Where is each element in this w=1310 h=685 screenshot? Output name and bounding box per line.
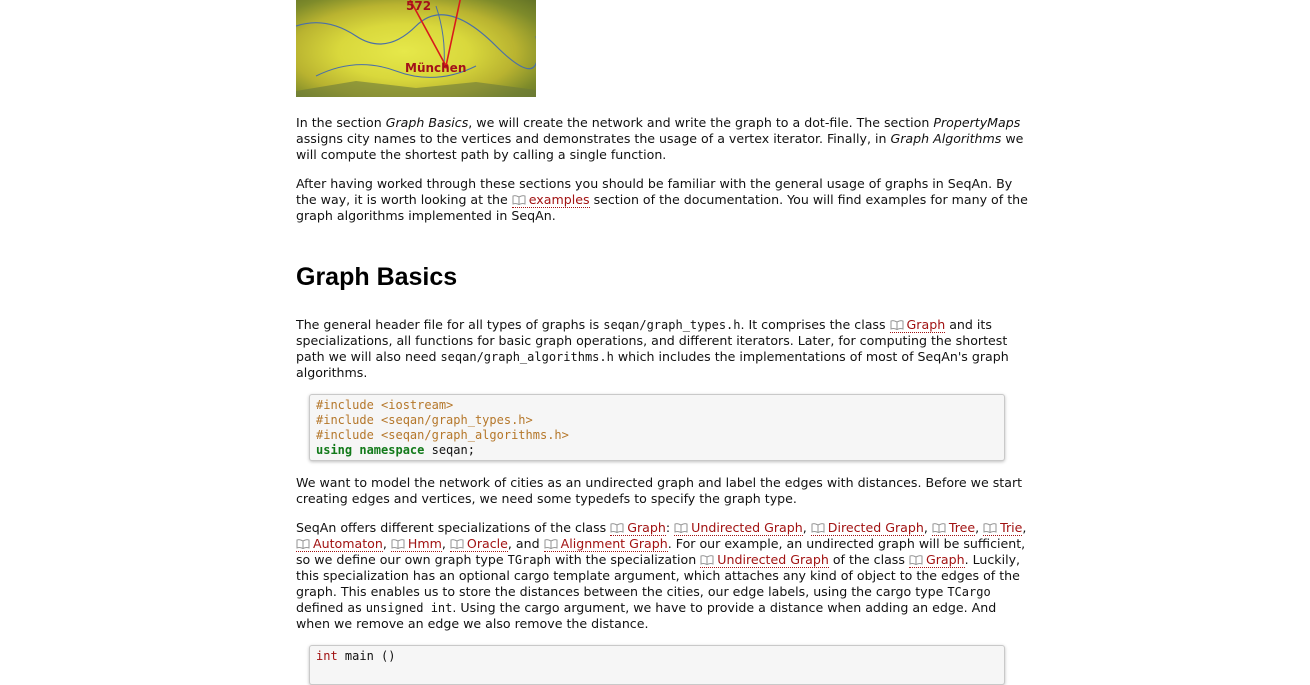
section-ref: Graph Algorithms xyxy=(890,131,1002,146)
intro-paragraph-1: In the section Graph Basics, we will cre… xyxy=(296,115,1032,163)
inline-code: TCargo xyxy=(947,585,991,599)
hmm-link[interactable]: Hmm xyxy=(390,536,442,552)
link-label: Trie xyxy=(1000,520,1023,535)
graph-link[interactable]: Graph xyxy=(889,317,946,333)
map-distance-label: 572 xyxy=(406,0,432,13)
book-icon xyxy=(811,523,825,533)
alignment-graph-link[interactable]: Alignment Graph xyxy=(543,536,668,552)
code-line: #include <seqan/graph_types.h> xyxy=(316,413,533,427)
text: SeqAn offers different specializations o… xyxy=(296,520,611,535)
link-label: Tree xyxy=(948,520,976,535)
text: defined as xyxy=(296,600,366,615)
code-text: seqan; xyxy=(424,443,475,457)
intro-paragraph-2: After having worked through these sectio… xyxy=(296,176,1032,224)
book-icon xyxy=(544,539,558,549)
code-text: main () xyxy=(337,649,396,663)
inline-code: unsigned int xyxy=(365,601,453,615)
link-label: Graph xyxy=(906,317,946,332)
book-icon xyxy=(512,195,526,205)
book-icon xyxy=(674,523,688,533)
germany-map-image: 572 München xyxy=(296,0,536,97)
inline-code: TGraph xyxy=(507,553,551,567)
link-label: Graph xyxy=(627,520,666,535)
undirected-graph-link[interactable]: Undirected Graph xyxy=(674,520,803,536)
book-icon xyxy=(450,539,464,549)
text: In the section xyxy=(296,115,386,130)
map-graphics xyxy=(296,0,536,97)
book-icon xyxy=(909,555,923,565)
text: of the class xyxy=(828,552,909,567)
link-label: Undirected Graph xyxy=(717,552,829,567)
book-icon xyxy=(700,555,714,565)
link-label: Alignment Graph xyxy=(560,536,668,551)
basics-paragraph-1: The general header file for all types of… xyxy=(296,317,1032,381)
map-city-label: München xyxy=(405,61,467,75)
examples-link[interactable]: examples xyxy=(511,192,590,208)
text: assigns city names to the vertices and d… xyxy=(296,131,891,146)
code-line: using namespace seqan; xyxy=(316,443,998,458)
graph-link[interactable]: Graph xyxy=(610,520,666,536)
section-ref: PropertyMaps xyxy=(933,115,1021,130)
directed-graph-link[interactable]: Directed Graph xyxy=(810,520,924,536)
section-ref: Graph Basics xyxy=(385,115,469,130)
book-icon xyxy=(983,523,997,533)
basics-paragraph-3: SeqAn offers different specializations o… xyxy=(296,520,1027,631)
book-icon xyxy=(610,523,624,533)
book-icon xyxy=(932,523,946,533)
oracle-link[interactable]: Oracle xyxy=(449,536,508,552)
text: , and xyxy=(507,536,544,551)
trie-link[interactable]: Trie xyxy=(983,520,1023,536)
book-icon xyxy=(296,539,310,549)
link-label: Directed Graph xyxy=(827,520,924,535)
code-block-main: int main () xyxy=(309,645,1005,685)
basics-paragraph-2: We want to model the network of cities a… xyxy=(296,475,1023,506)
code-line: #include <seqan/graph_algorithms.h> xyxy=(316,428,569,442)
undirected-graph-link[interactable]: Undirected Graph xyxy=(700,552,829,568)
code-keyword: using namespace xyxy=(316,443,425,457)
code-line: int main () xyxy=(316,649,998,664)
link-label: Undirected Graph xyxy=(691,520,803,535)
text: The general header file for all types of… xyxy=(296,317,604,332)
graph-link[interactable]: Graph xyxy=(908,552,965,568)
automaton-link[interactable]: Automaton xyxy=(296,536,383,552)
section-heading: Graph Basics xyxy=(296,263,458,291)
code-block-includes: #include <iostream> #include <seqan/grap… xyxy=(309,394,1005,461)
code-type: int xyxy=(316,649,338,663)
book-icon xyxy=(890,320,903,330)
text: , we will create the network and write t… xyxy=(468,115,934,130)
link-label: Graph xyxy=(925,552,965,567)
inline-code: seqan/graph_algorithms.h xyxy=(440,350,614,364)
code-line: #include <iostream> xyxy=(316,398,454,412)
book-icon xyxy=(391,539,405,549)
text: . It comprises the class xyxy=(740,317,890,332)
text: with the specialization xyxy=(550,552,701,567)
link-label: Automaton xyxy=(313,536,383,551)
inline-code: seqan/graph_types.h xyxy=(603,318,741,332)
link-label: Oracle xyxy=(466,536,508,551)
link-label: Hmm xyxy=(407,536,442,551)
link-label: examples xyxy=(528,192,590,207)
tree-link[interactable]: Tree xyxy=(931,520,976,536)
